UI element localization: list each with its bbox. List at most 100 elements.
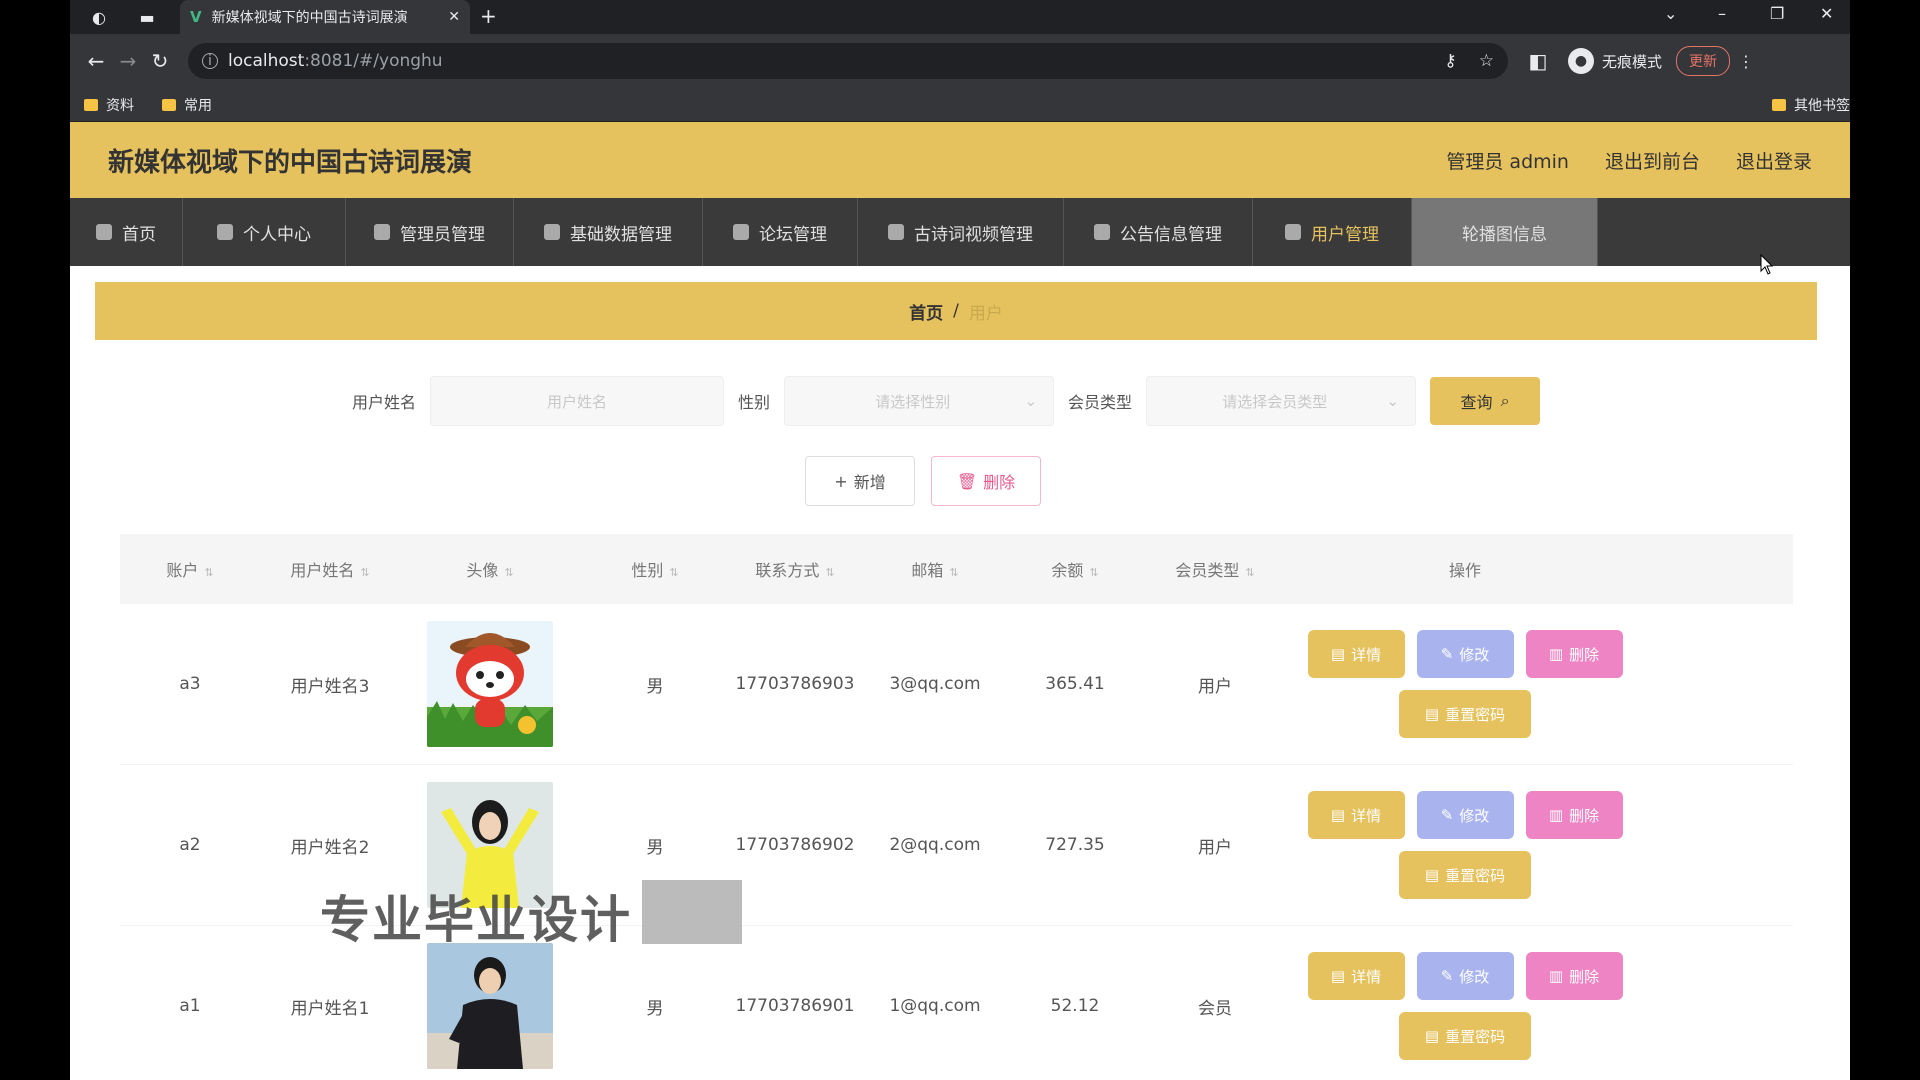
sort-icon[interactable]: ⇅: [825, 566, 834, 579]
url-field[interactable]: i localhost :8081/#/yonghu ⚷ ☆: [188, 43, 1508, 79]
trash-icon: 🗑: [956, 471, 978, 491]
edit-button[interactable]: ✎ 修改: [1416, 952, 1514, 1000]
incognito-indicator[interactable]: ● 无痕模式: [1568, 48, 1662, 74]
sort-icon[interactable]: ⇅: [204, 566, 213, 579]
back-icon[interactable]: ←: [80, 49, 112, 73]
cell-member-type: 用户: [1198, 676, 1232, 697]
sort-icon[interactable]: ⇅: [669, 566, 678, 579]
col-sex[interactable]: 性别 ⇅: [580, 557, 730, 581]
reset-label: 重置密码: [1445, 1027, 1506, 1046]
delete-button[interactable]: ▥ 删除: [1525, 630, 1623, 678]
cell-avatar: [400, 943, 580, 1069]
sort-icon[interactable]: ⇅: [1089, 566, 1098, 579]
side-panel-icon[interactable]: ◧: [1522, 49, 1554, 73]
sex-label: 性别: [738, 393, 771, 412]
detail-button[interactable]: ▤ 详情: [1307, 952, 1405, 1000]
menu-label: 轮播图信息: [1462, 224, 1547, 245]
col-member-type[interactable]: 会员类型 ⇅: [1140, 557, 1290, 581]
star-icon[interactable]: ☆: [1479, 51, 1494, 71]
menu-item-notices[interactable]: 公告信息管理: [1064, 198, 1253, 266]
col-phone[interactable]: 联系方式 ⇅: [730, 557, 860, 581]
cell-name: 用户姓名2: [290, 837, 370, 858]
cell-operations: ▤ 详情 ✎ 修改 ▥ 删除 ▤ 重置密码: [1290, 952, 1640, 1060]
sort-icon[interactable]: ⇅: [949, 566, 958, 579]
reset-password-button[interactable]: ▤ 重置密码: [1399, 851, 1531, 899]
delete-button[interactable]: ▥ 删除: [1525, 952, 1623, 1000]
new-tab-icon[interactable]: +: [480, 4, 497, 28]
table-row: a3 用户姓名3 男 17703786903 3@qq.com 365.41 用…: [120, 604, 1793, 765]
other-bookmarks[interactable]: 其他书签: [1772, 95, 1850, 115]
menu-item-users[interactable]: 用户管理: [1253, 198, 1412, 266]
tab-search-icon[interactable]: ▬: [136, 6, 158, 28]
bookmark-folder[interactable]: 常用: [162, 95, 212, 115]
menu-item-forum[interactable]: 论坛管理: [703, 198, 858, 266]
menu-item-profile[interactable]: 个人中心: [183, 198, 346, 266]
breadcrumb-current: 用户: [968, 303, 1003, 324]
edit-button[interactable]: ✎ 修改: [1416, 630, 1514, 678]
restore-icon[interactable]: ❐: [1770, 4, 1784, 23]
site-info-icon[interactable]: i: [202, 53, 218, 69]
query-button[interactable]: 查询 ⌕: [1430, 377, 1541, 425]
breadcrumb: 首页 / 用户: [95, 282, 1817, 340]
breadcrumb-home[interactable]: 首页: [909, 299, 943, 324]
edit-button[interactable]: ✎ 修改: [1416, 791, 1514, 839]
menu-item-base-data[interactable]: 基础数据管理: [514, 198, 703, 266]
batch-delete-button[interactable]: 🗑 删除: [931, 456, 1041, 506]
watermark-text: 专业毕业设计: [320, 891, 632, 949]
update-button[interactable]: 更新: [1676, 46, 1731, 76]
chevron-down-icon[interactable]: ⌄: [1664, 4, 1677, 23]
browser-logo-icon[interactable]: ◐: [88, 6, 110, 28]
browser-tab[interactable]: V 新媒体视域下的中国古诗词展演 ✕: [180, 0, 470, 34]
menu-item-carousel[interactable]: 轮播图信息: [1412, 198, 1598, 266]
close-window-icon[interactable]: ✕: [1820, 4, 1833, 23]
breadcrumb-separator: /: [953, 301, 959, 321]
sort-icon[interactable]: ⇅: [360, 566, 369, 579]
doc-icon: ▤: [1330, 967, 1346, 985]
col-account[interactable]: 账户 ⇅: [120, 557, 260, 581]
name-label: 用户姓名: [352, 393, 417, 412]
bookmark-label: 常用: [184, 97, 212, 114]
close-tab-icon[interactable]: ✕: [448, 9, 460, 25]
sort-icon[interactable]: ⇅: [1245, 566, 1254, 579]
col-email[interactable]: 邮箱 ⇅: [860, 557, 1010, 581]
reset-password-button[interactable]: ▤ 重置密码: [1399, 690, 1531, 738]
detail-button[interactable]: ▤ 详情: [1307, 630, 1405, 678]
name-search-input[interactable]: 用户姓名: [430, 376, 725, 426]
reset-password-button[interactable]: ▤ 重置密码: [1399, 1012, 1531, 1060]
sex-select[interactable]: 请选择性别 ⌄: [784, 376, 1055, 426]
key-icon[interactable]: ⚷: [1444, 51, 1456, 71]
cell-email: 2@qq.com: [889, 835, 981, 855]
member-type-select[interactable]: 请选择会员类型 ⌄: [1146, 376, 1417, 426]
bookmark-folder[interactable]: 资料: [84, 95, 134, 115]
menu-label: 管理员管理: [400, 224, 485, 245]
incognito-label: 无痕模式: [1602, 52, 1663, 71]
watermark-blur: [642, 880, 742, 944]
vue-logo-icon: V: [190, 8, 202, 26]
col-name[interactable]: 用户姓名 ⇅: [260, 557, 400, 581]
more-icon[interactable]: ⋮: [1738, 52, 1754, 71]
to-front-link[interactable]: 退出到前台: [1605, 147, 1700, 174]
col-avatar[interactable]: 头像 ⇅: [400, 557, 580, 581]
mouse-cursor-icon: [1760, 254, 1774, 275]
detail-label: 详情: [1351, 967, 1382, 986]
forward-icon[interactable]: →: [112, 49, 144, 73]
menu-item-admins[interactable]: 管理员管理: [346, 198, 514, 266]
menu-label: 公告信息管理: [1120, 224, 1222, 245]
sort-icon[interactable]: ⇅: [504, 566, 513, 579]
logout-link[interactable]: 退出登录: [1736, 147, 1812, 174]
menu-item-videos[interactable]: 古诗词视频管理: [858, 198, 1064, 266]
folder-icon: [84, 98, 98, 111]
reload-icon[interactable]: ↻: [144, 49, 176, 73]
add-button[interactable]: + 新增: [805, 456, 915, 506]
col-balance[interactable]: 余额 ⇅: [1010, 557, 1140, 581]
cell-email: 3@qq.com: [889, 674, 981, 694]
menu-item-home[interactable]: 首页: [70, 198, 183, 266]
cell-operations: ▤ 详情 ✎ 修改 ▥ 删除 ▤ 重置密码: [1290, 630, 1640, 738]
header-label: 头像: [466, 561, 499, 580]
minimize-icon[interactable]: –: [1718, 4, 1726, 23]
delete-button[interactable]: ▥ 删除: [1525, 791, 1623, 839]
avatar[interactable]: [427, 943, 553, 1069]
avatar[interactable]: [427, 621, 553, 747]
menu-label: 首页: [122, 224, 156, 245]
detail-button[interactable]: ▤ 详情: [1307, 791, 1405, 839]
